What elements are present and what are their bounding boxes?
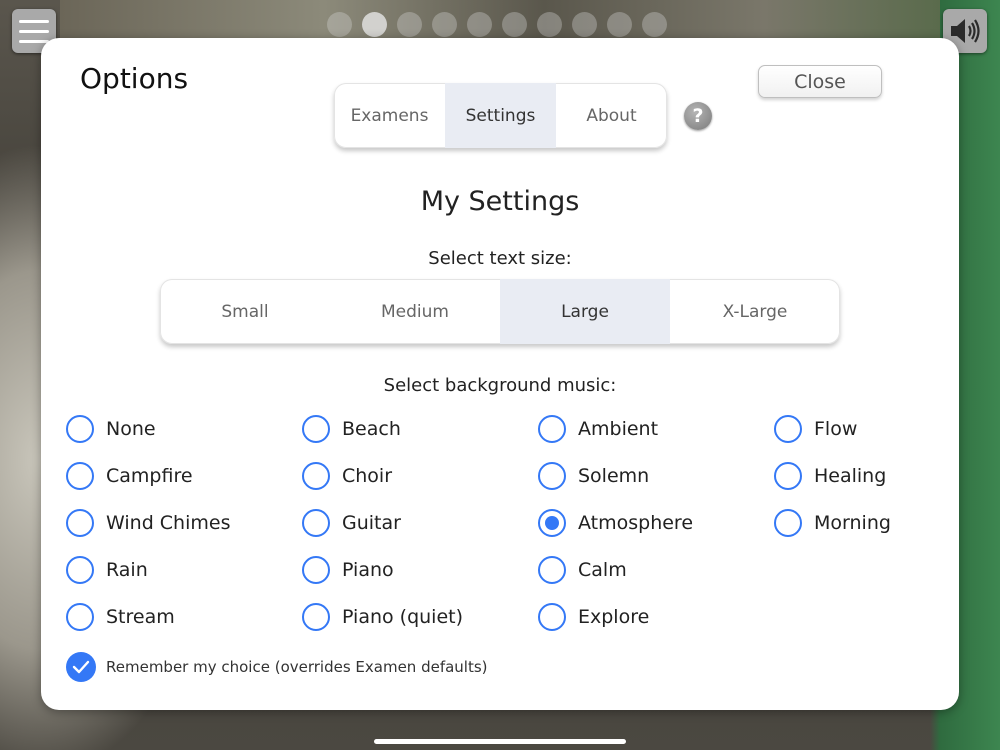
page-dot[interactable] [537,12,562,37]
speaker-icon [951,19,980,43]
page-dot[interactable] [502,12,527,37]
radio-button-icon[interactable] [538,509,566,537]
music-option-label: Piano (quiet) [342,606,464,628]
radio-button-icon[interactable] [302,462,330,490]
radio-button-icon[interactable] [66,556,94,584]
music-option-label: Flow [814,418,858,440]
page-dot[interactable] [397,12,422,37]
music-option-label: Stream [106,606,175,628]
radio-button-icon[interactable] [302,603,330,631]
help-icon[interactable]: ? [684,102,712,130]
tab-about[interactable]: About [556,83,667,148]
checkmark-icon [72,660,90,674]
hamburger-line [19,29,49,33]
page-dot[interactable] [572,12,597,37]
music-option-label: None [106,418,156,440]
radio-button-icon[interactable] [538,603,566,631]
music-option-label: Atmosphere [578,512,694,534]
text-size-x-large[interactable]: X-Large [670,279,840,344]
music-option-label: Piano [342,559,394,581]
music-option-label: Solemn [578,465,650,487]
music-option-ambient[interactable]: Ambient [538,415,658,443]
remember-choice-label: Remember my choice (overrides Examen def… [106,658,488,676]
music-option-healing[interactable]: Healing [774,462,886,490]
radio-button-icon[interactable] [302,556,330,584]
music-option-label: Campfire [106,465,193,487]
music-option-beach[interactable]: Beach [302,415,401,443]
home-indicator [374,739,626,744]
page-dot[interactable] [362,12,387,37]
page-dot[interactable] [467,12,492,37]
radio-button-icon[interactable] [538,415,566,443]
music-option-label: Choir [342,465,393,487]
page-indicator-dots [327,12,667,37]
music-option-label: Calm [578,559,627,581]
options-tabs: Examens Settings About [334,83,667,148]
music-option-label: Beach [342,418,401,440]
music-option-wind-chimes[interactable]: Wind Chimes [66,509,230,537]
music-option-guitar[interactable]: Guitar [302,509,401,537]
music-option-solemn[interactable]: Solemn [538,462,649,490]
music-option-label: Morning [814,512,891,534]
radio-button-icon[interactable] [774,462,802,490]
radio-button-icon[interactable] [66,462,94,490]
music-option-choir[interactable]: Choir [302,462,392,490]
music-option-piano-quiet[interactable]: Piano (quiet) [302,603,463,631]
page-dot[interactable] [327,12,352,37]
music-option-label: Ambient [578,418,659,440]
music-option-label: Guitar [342,512,401,534]
text-size-small[interactable]: Small [160,279,330,344]
music-option-label: Wind Chimes [106,512,231,534]
settings-heading: My Settings [420,186,580,217]
music-option-atmosphere[interactable]: Atmosphere [538,509,693,537]
radio-button-icon[interactable] [302,509,330,537]
radio-button-icon[interactable] [66,603,94,631]
text-size-medium[interactable]: Medium [330,279,500,344]
page-dot[interactable] [432,12,457,37]
text-size-selector: Small Medium Large X-Large [160,279,840,344]
radio-button-icon[interactable] [302,415,330,443]
music-option-none[interactable]: None [66,415,156,443]
checkbox-checked-icon [66,652,96,682]
page-dot[interactable] [607,12,632,37]
close-button[interactable]: Close [758,65,882,98]
options-panel: Options Close Examens Settings About ? My … [41,38,959,710]
hamburger-line [19,19,49,23]
music-option-label: Explore [578,606,650,628]
remember-choice-checkbox[interactable]: Remember my choice (overrides Examen def… [66,652,488,682]
radio-button-icon[interactable] [774,415,802,443]
music-option-flow[interactable]: Flow [774,415,857,443]
music-option-label: Rain [106,559,148,581]
radio-button-icon[interactable] [66,415,94,443]
music-option-calm[interactable]: Calm [538,556,627,584]
music-option-explore[interactable]: Explore [538,603,649,631]
music-option-campfire[interactable]: Campfire [66,462,193,490]
tab-settings[interactable]: Settings [445,83,556,148]
music-label: Select background music: [383,375,617,396]
music-option-morning[interactable]: Morning [774,509,891,537]
music-option-piano[interactable]: Piano [302,556,394,584]
text-size-large[interactable]: Large [500,279,670,344]
radio-button-icon[interactable] [538,556,566,584]
music-option-label: Healing [814,465,887,487]
text-size-label: Select text size: [428,248,572,269]
music-option-stream[interactable]: Stream [66,603,175,631]
radio-button-icon[interactable] [66,509,94,537]
music-option-rain[interactable]: Rain [66,556,148,584]
radio-button-icon[interactable] [774,509,802,537]
radio-button-icon[interactable] [538,462,566,490]
page-dot[interactable] [642,12,667,37]
panel-title: Options [80,62,189,95]
tab-examens[interactable]: Examens [334,83,445,148]
hamburger-line [19,39,49,43]
